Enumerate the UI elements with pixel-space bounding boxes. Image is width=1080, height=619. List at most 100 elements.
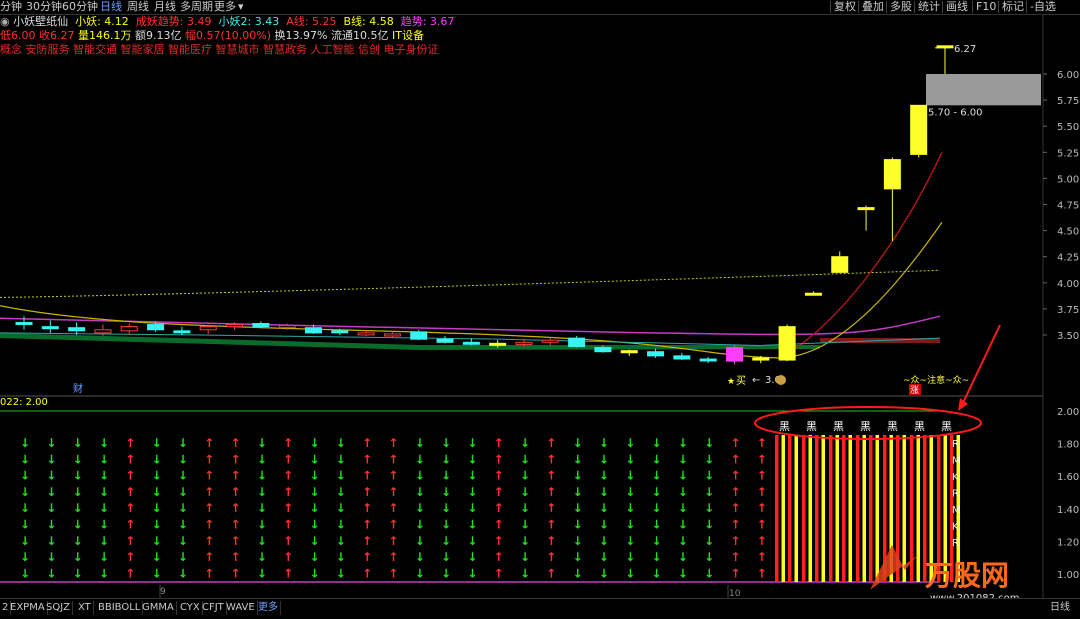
arrow-down-icon: ↓ bbox=[573, 469, 583, 483]
arrow-up-icon: ↑ bbox=[388, 501, 398, 515]
arrow-down-icon: ↓ bbox=[152, 452, 162, 466]
arrow-down-icon: ↓ bbox=[441, 566, 451, 580]
candle bbox=[620, 350, 638, 354]
arrow-down-icon: ↓ bbox=[309, 452, 319, 466]
arrow-down-icon: ↓ bbox=[99, 436, 109, 450]
arrow-down-icon: ↓ bbox=[678, 550, 688, 564]
arrow-up-icon: ↑ bbox=[494, 550, 504, 564]
arrow-down-icon: ↓ bbox=[46, 518, 56, 532]
arrow-down-icon: ↓ bbox=[704, 550, 714, 564]
arrow-down-icon: ↓ bbox=[441, 501, 451, 515]
price-axis-label: 4.00 bbox=[1057, 279, 1079, 290]
tab-1[interactable]: EXPMA bbox=[8, 601, 48, 615]
signal-bar bbox=[848, 435, 852, 582]
arrow-up-icon: ↑ bbox=[231, 550, 241, 564]
arrow-up-icon: ↑ bbox=[283, 452, 293, 466]
arrow-down-icon: ↓ bbox=[73, 518, 83, 532]
candle bbox=[226, 324, 244, 328]
arrow-down-icon: ↓ bbox=[178, 436, 188, 450]
arrow-up-icon: ↑ bbox=[204, 550, 214, 564]
signal-bar bbox=[835, 435, 839, 582]
arrow-up-icon: ↑ bbox=[204, 501, 214, 515]
arrow-down-icon: ↓ bbox=[520, 469, 530, 483]
signal-bar bbox=[775, 435, 779, 582]
arrow-down-icon: ↓ bbox=[46, 501, 56, 515]
bar-top-label: 黑 bbox=[779, 420, 790, 433]
arrow-down-icon: ↓ bbox=[415, 452, 425, 466]
arrow-up-icon: ↑ bbox=[362, 452, 372, 466]
range-label: 5.70 - 6.00 bbox=[928, 107, 983, 118]
arrow-down-icon: ↓ bbox=[415, 436, 425, 450]
arrow-down-icon: ↓ bbox=[573, 534, 583, 548]
arrow-down-icon: ↓ bbox=[257, 550, 267, 564]
arrow-down-icon: ↓ bbox=[573, 452, 583, 466]
arrow-up-icon: ↑ bbox=[494, 436, 504, 450]
tab-3[interactable]: XT bbox=[76, 601, 94, 615]
arrow-down-icon: ↓ bbox=[599, 501, 609, 515]
lower-axis-label: 1.80 bbox=[1057, 440, 1079, 451]
arrow-down-icon: ↓ bbox=[625, 550, 635, 564]
tab-7[interactable]: CFJT bbox=[200, 601, 227, 615]
arrow-up-icon: ↑ bbox=[204, 566, 214, 580]
arrow-down-icon: ↓ bbox=[467, 566, 477, 580]
arrow-down-icon: ↓ bbox=[520, 534, 530, 548]
arrow-up-icon: ↑ bbox=[362, 534, 372, 548]
arrow-up-icon: ↑ bbox=[204, 452, 214, 466]
arrow-down-icon: ↓ bbox=[46, 469, 56, 483]
arrow-down-icon: ↓ bbox=[73, 566, 83, 580]
arrow-down-icon: ↓ bbox=[20, 518, 30, 532]
arrow-down-icon: ↓ bbox=[467, 518, 477, 532]
arrow-up-icon: ↑ bbox=[362, 518, 372, 532]
signal-bar bbox=[788, 435, 792, 582]
arrow-down-icon: ↓ bbox=[678, 534, 688, 548]
arrow-up-icon: ↑ bbox=[730, 566, 740, 580]
arrow-down-icon: ↓ bbox=[520, 501, 530, 515]
arrow-up-icon: ↑ bbox=[362, 501, 372, 515]
moneybag-icon bbox=[776, 375, 786, 385]
arrow-down-icon: ↓ bbox=[678, 436, 688, 450]
arrow-down-icon: ↓ bbox=[599, 534, 609, 548]
tab-9[interactable]: 更多 bbox=[256, 601, 281, 615]
ma-magenta-line bbox=[0, 315, 941, 336]
arrow-down-icon: ↓ bbox=[152, 469, 162, 483]
candle bbox=[489, 342, 507, 346]
bar-top-label: 黑 bbox=[941, 420, 952, 433]
arrow-down-icon: ↓ bbox=[20, 485, 30, 499]
arrow-down-icon: ↓ bbox=[336, 518, 346, 532]
bar-top-label: 黑 bbox=[887, 420, 898, 433]
arrow-up-icon: ↑ bbox=[231, 566, 241, 580]
arrow-up-icon: ↑ bbox=[283, 436, 293, 450]
arrow-down-icon: ↓ bbox=[625, 436, 635, 450]
arrow-up-icon: ↑ bbox=[231, 534, 241, 548]
tab-8[interactable]: WAVE bbox=[224, 601, 258, 615]
arrow-down-icon: ↓ bbox=[678, 501, 688, 515]
arrow-down-icon: ↓ bbox=[467, 485, 477, 499]
arrow-down-icon: ↓ bbox=[441, 534, 451, 548]
arrow-down-icon: ↓ bbox=[704, 518, 714, 532]
arrow-down-icon: ↓ bbox=[467, 469, 477, 483]
arrow-down-icon: ↓ bbox=[573, 485, 583, 499]
arrow-up-icon: ↑ bbox=[388, 534, 398, 548]
arrow-down-icon: ↓ bbox=[415, 518, 425, 532]
price-axis-label: 6.00 bbox=[1057, 70, 1079, 81]
arrow-down-icon: ↓ bbox=[520, 550, 530, 564]
tab-4[interactable]: BBIBOLL bbox=[96, 601, 144, 615]
arrow-down-icon: ↓ bbox=[178, 566, 188, 580]
candle bbox=[462, 341, 480, 345]
arrow-down-icon: ↓ bbox=[73, 534, 83, 548]
arrow-up-icon: ↑ bbox=[757, 501, 767, 515]
side-letter: R bbox=[952, 439, 959, 450]
arrow-up-icon: ↑ bbox=[730, 501, 740, 515]
candle bbox=[252, 323, 270, 328]
arrow-down-icon: ↓ bbox=[99, 534, 109, 548]
arrow-down-icon: ↓ bbox=[573, 550, 583, 564]
price-axis-label: 4.25 bbox=[1057, 253, 1079, 264]
arrow-down-icon: ↓ bbox=[599, 518, 609, 532]
candle bbox=[383, 333, 401, 337]
tab-5[interactable]: GMMA bbox=[140, 601, 177, 615]
tab-2[interactable]: SQJZ bbox=[44, 601, 74, 615]
arrow-down-icon: ↓ bbox=[46, 550, 56, 564]
arrow-down-icon: ↓ bbox=[520, 566, 530, 580]
kline-chart[interactable]: 6.00 5.75 5.50 5.25 5.00 4.75 4.50 4.25 4.00 3.75… bbox=[0, 0, 1080, 598]
arrow-down-icon: ↓ bbox=[309, 550, 319, 564]
